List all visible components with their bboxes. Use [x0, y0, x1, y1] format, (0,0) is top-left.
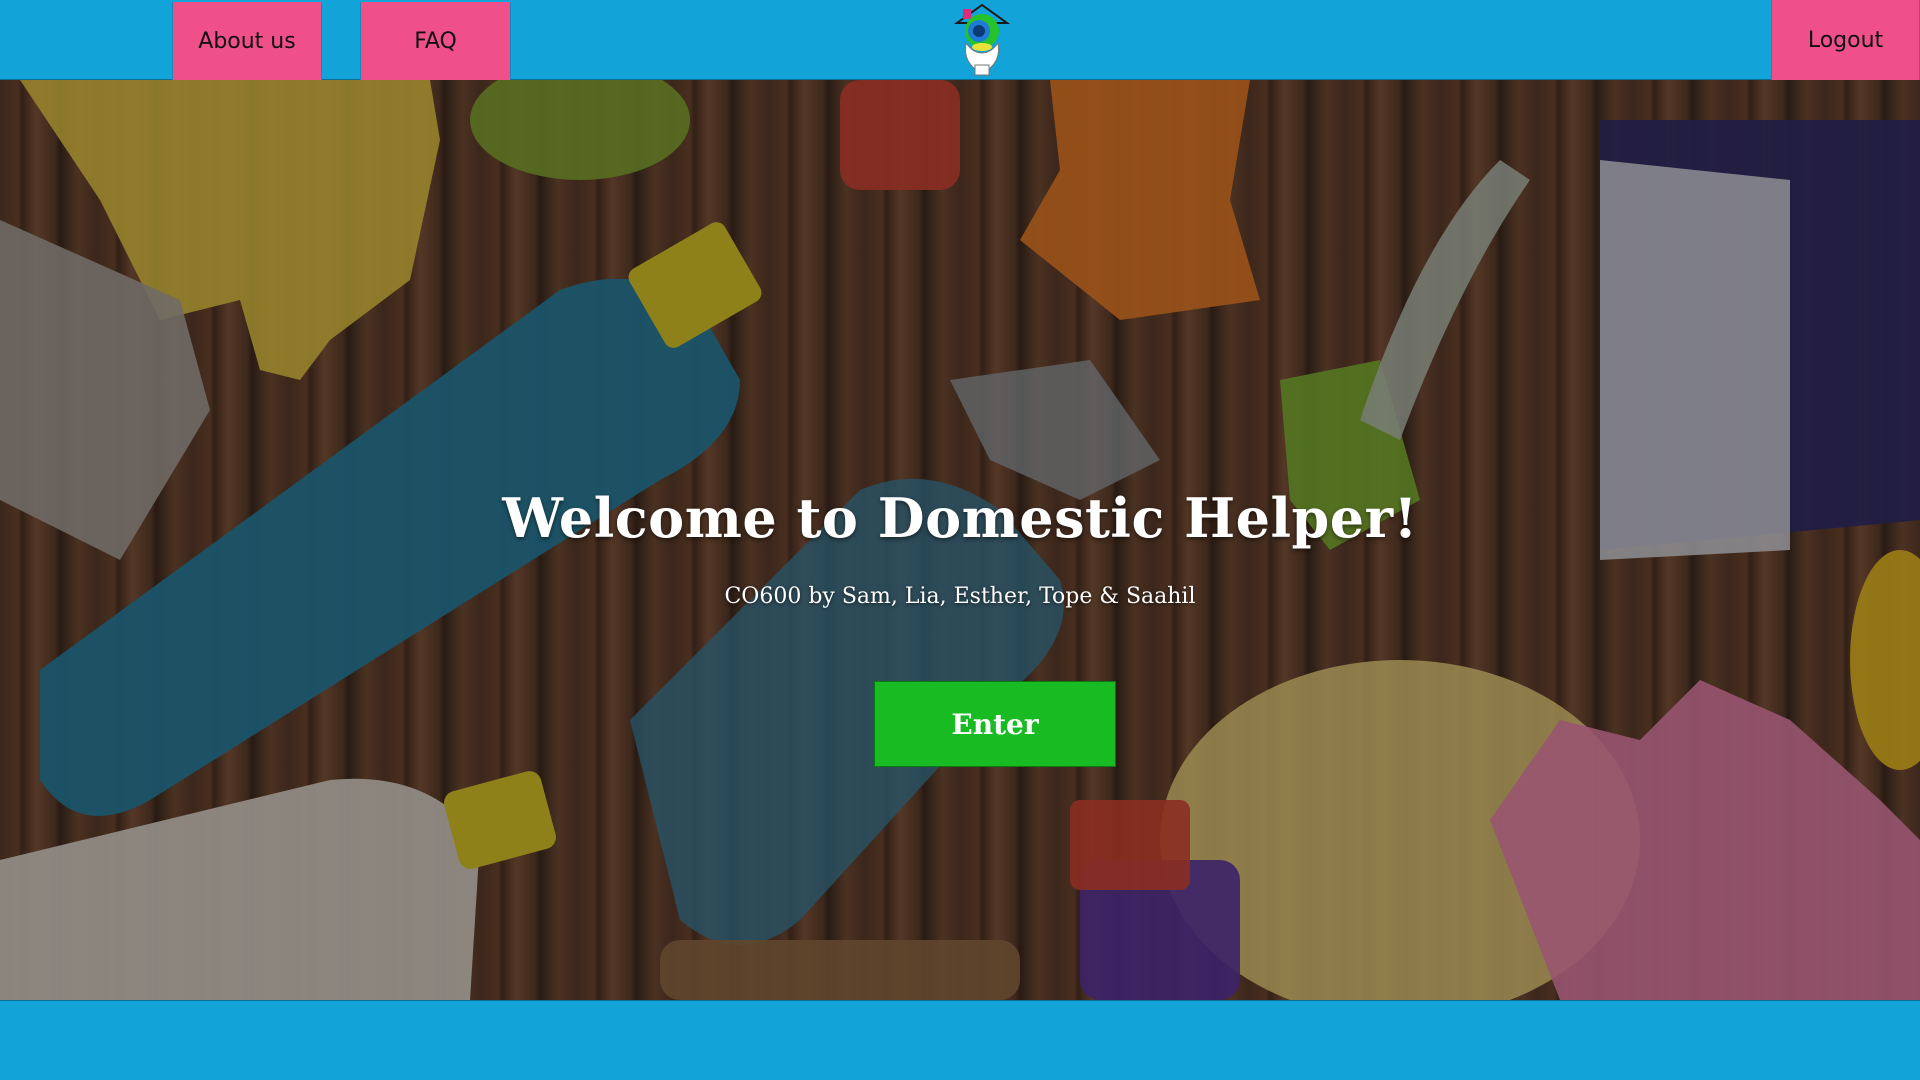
logout-button[interactable]: Logout [1771, 0, 1920, 80]
house-hands-logo-icon[interactable] [953, 3, 1011, 77]
welcome-subtitle: CO600 by Sam, Lia, Esther, Tope & Saahil [724, 584, 1196, 609]
about-us-button[interactable]: About us [172, 2, 322, 80]
welcome-title: Welcome to Domestic Helper! [502, 486, 1418, 550]
top-navbar: About us FAQ Logout [0, 0, 1920, 80]
enter-button[interactable]: Enter [874, 681, 1116, 767]
footer-bar [0, 1000, 1920, 1080]
logout-label: Logout [1807, 27, 1884, 53]
hero-section: Welcome to Domestic Helper! CO600 by Sam… [0, 80, 1920, 1000]
enter-button-label: Enter [951, 707, 1039, 741]
about-us-label: About us [198, 28, 296, 54]
faq-label: FAQ [414, 28, 457, 54]
faq-button[interactable]: FAQ [360, 2, 511, 80]
